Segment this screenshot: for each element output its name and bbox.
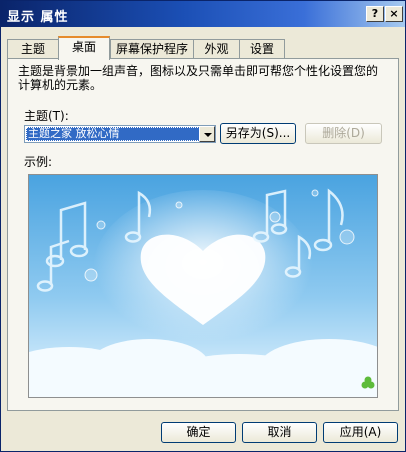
theme-dropdown[interactable]: 主题之家 放松心情: [24, 125, 216, 143]
theme-preview: [28, 174, 378, 398]
theme-selected-value: 主题之家 放松心情: [26, 127, 200, 141]
sample-label: 示例:: [24, 155, 53, 169]
save-as-button[interactable]: 另存为(S)...: [220, 123, 296, 144]
tab-appearance[interactable]: 外观: [193, 39, 240, 58]
display-properties-window: 显示 属性 ? × 主题 桌面 屏幕保护程序 外观 设置 主题是背景加一组声音，…: [0, 0, 406, 452]
theme-label: 主题(T):: [24, 109, 69, 123]
tab-screensaver[interactable]: 屏幕保护程序: [110, 39, 194, 58]
tab-themes[interactable]: 主题: [7, 39, 59, 58]
cancel-button[interactable]: 取消: [242, 422, 317, 443]
theme-description: 主题是背景加一组声音，图标以及只需单击即可帮您个性化设置您的计算机的元素。: [18, 64, 379, 92]
ok-button[interactable]: 确定: [161, 422, 236, 443]
delete-button[interactable]: 删除(D): [305, 123, 382, 144]
help-icon[interactable]: ?: [366, 6, 384, 22]
close-icon[interactable]: ×: [385, 6, 403, 22]
window-title: 显示 属性: [7, 10, 69, 25]
apply-button[interactable]: 应用(A): [323, 422, 398, 443]
title-bar[interactable]: 显示 属性 ? ×: [1, 1, 405, 27]
preview-image: [29, 175, 377, 397]
tab-desktop[interactable]: 桌面: [58, 36, 110, 60]
dropdown-arrow-icon[interactable]: [199, 126, 215, 142]
tab-settings[interactable]: 设置: [239, 39, 285, 58]
